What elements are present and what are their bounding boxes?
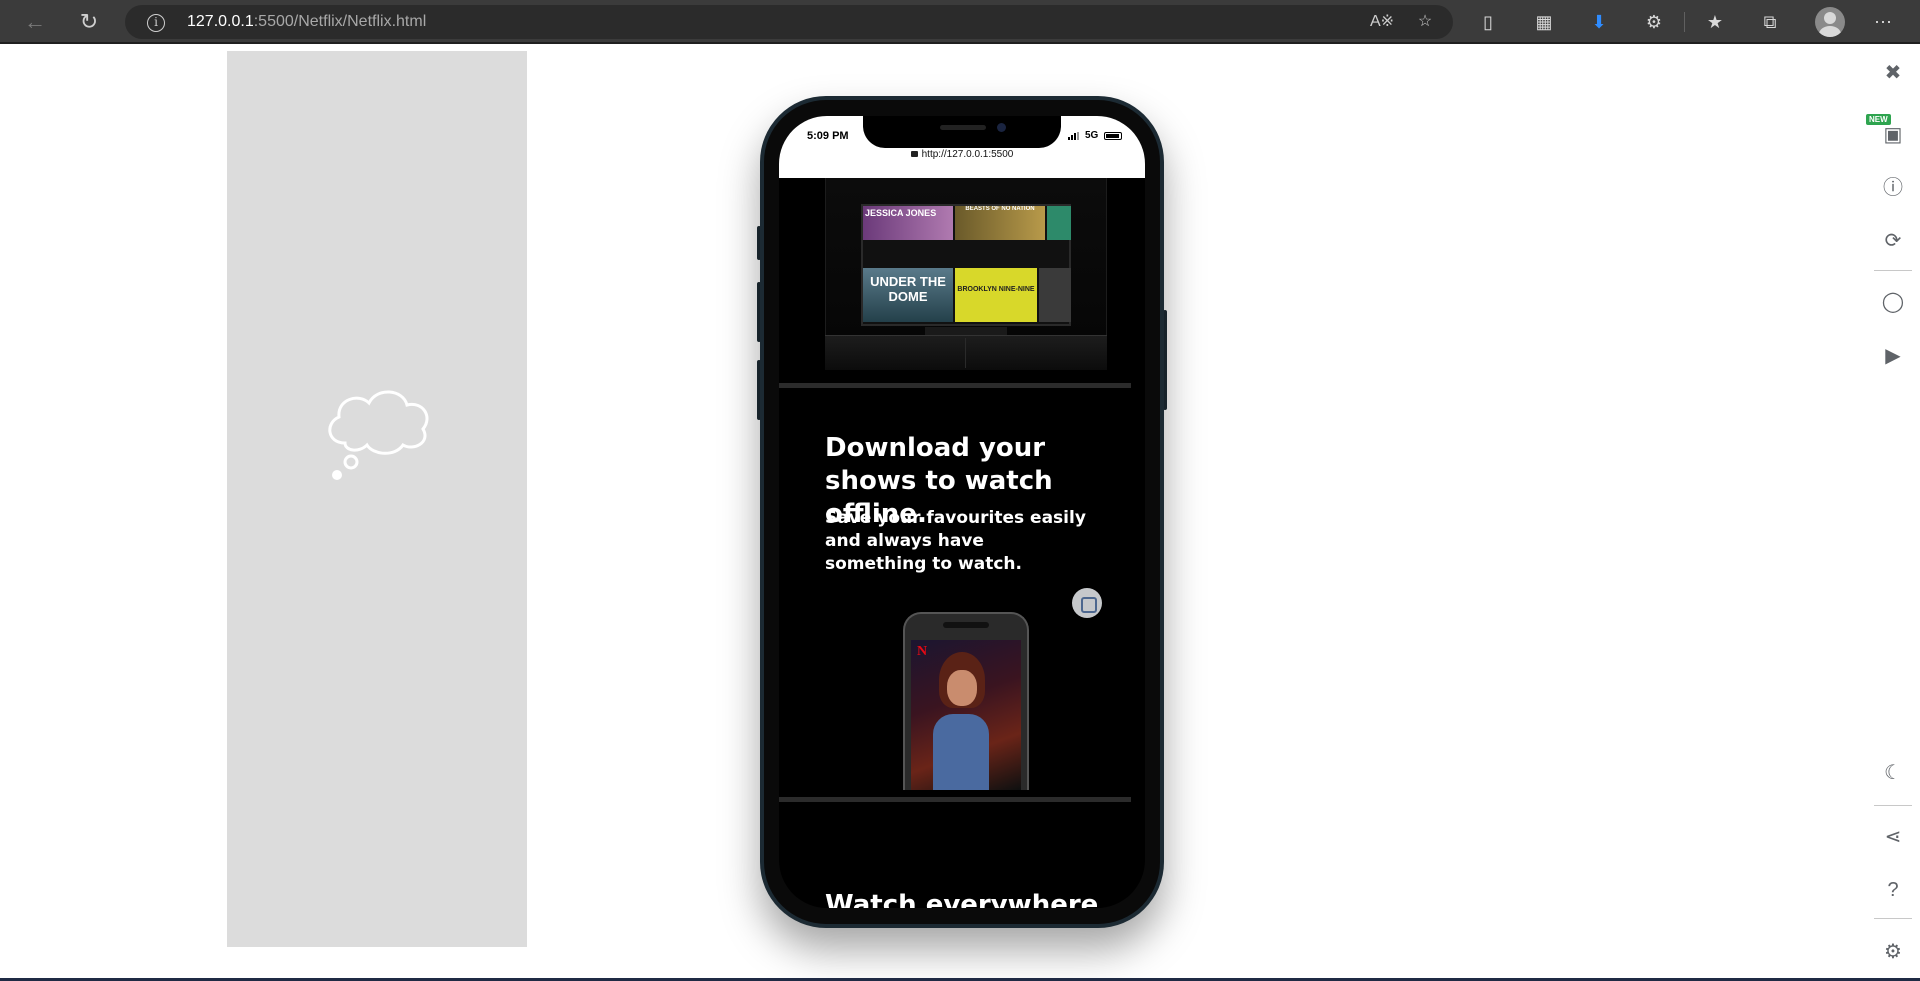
toolbar-divider	[1684, 12, 1685, 32]
share-icon[interactable]: ⋖	[1880, 824, 1906, 850]
tv-tile: BROOKLYN NINE-NINE	[955, 268, 1037, 322]
collections-icon[interactable]: ⧉	[1758, 10, 1782, 34]
tv-screen: JESSICA JONES BEASTS OF NO NATION UNDER …	[861, 204, 1071, 326]
phone-mockup: 5:09 PM 5G http://127.0.0.1:5500 JESSICA…	[760, 96, 1164, 928]
phone-notch	[863, 116, 1061, 148]
tv-tile: UNDER THE DOME	[863, 268, 953, 322]
tv-tile: BEASTS OF NO NATION	[955, 206, 1045, 240]
browser-toolbar: ← ↻ i 127.0.0.1:5500/Netflix/Netflix.htm…	[0, 0, 1920, 44]
sidebar-divider	[1874, 918, 1912, 919]
promo-phone-image: N	[903, 612, 1029, 790]
promo-phone-display: N	[911, 640, 1021, 790]
tv-tile	[1039, 268, 1071, 322]
sidebar-divider	[1874, 805, 1912, 806]
section-divider	[779, 383, 1131, 388]
video-camera-icon[interactable]: ▶	[1880, 343, 1906, 369]
sidebar-divider	[1874, 270, 1912, 271]
favorites-icon[interactable]: ★	[1703, 10, 1727, 34]
status-time: 5:09 PM	[807, 130, 849, 142]
download-icon[interactable]: ⬇	[1587, 10, 1611, 34]
rotate-icon[interactable]: ⟳	[1880, 228, 1906, 254]
thought-bubble-icon	[328, 390, 429, 480]
subline-line: Save your favourites easily and always h…	[825, 508, 1086, 551]
subline-line: something to watch.	[825, 554, 1022, 574]
phone-address-bar[interactable]: http://127.0.0.1:5500	[779, 149, 1145, 160]
lock-icon	[910, 151, 918, 157]
add-favorite-icon[interactable]: ☆	[1414, 11, 1436, 33]
tv-image: JESSICA JONES BEASTS OF NO NATION UNDER …	[825, 178, 1107, 370]
tv-tile	[1047, 206, 1071, 240]
tv-cabinet	[825, 335, 1107, 370]
speaker-grille	[940, 125, 986, 130]
address-bar[interactable]: i 127.0.0.1:5500/Netflix/Netflix.html A⁩…	[125, 5, 1453, 39]
more-menu-icon[interactable]: ⋯	[1871, 10, 1895, 34]
tv-stand-neck	[925, 327, 1007, 335]
refresh-icon[interactable]: ↻	[74, 7, 104, 37]
help-icon[interactable]: ?	[1880, 877, 1906, 903]
phone-screen[interactable]: 5:09 PM 5G http://127.0.0.1:5500 JESSICA…	[779, 116, 1145, 908]
profile-avatar[interactable]	[1815, 7, 1845, 37]
read-aloud-icon[interactable]: A⁩※	[1370, 11, 1394, 33]
battery-icon	[1104, 132, 1122, 140]
visual-search-icon[interactable]	[1072, 588, 1102, 618]
address-url[interactable]: 127.0.0.1:5500/Netflix/Netflix.html	[187, 13, 426, 31]
poster-figure-face	[947, 670, 977, 706]
camera-icon[interactable]: ◯	[1880, 289, 1906, 315]
netflix-logo: N	[917, 644, 928, 659]
phone-address-text: http://127.0.0.1:5500	[921, 149, 1014, 160]
download-subline: Save your favourites easily and always h…	[825, 507, 1125, 576]
tv-tile: JESSICA JONES	[863, 206, 953, 240]
info-icon[interactable]: ⓘ	[1880, 175, 1906, 201]
phone-view-icon[interactable]: ▯	[1476, 10, 1500, 34]
placeholder-panel	[227, 51, 527, 947]
watch-everywhere-headline: Watch everywhere.	[825, 890, 1109, 908]
poster-figure-body	[933, 714, 989, 790]
url-path: :5500/Netflix/Netflix.html	[253, 13, 427, 30]
dark-mode-icon[interactable]: ☾	[1880, 760, 1906, 786]
signal-icon	[1068, 132, 1079, 140]
site-info-icon[interactable]: i	[147, 14, 165, 32]
close-icon[interactable]: ✖	[1880, 60, 1906, 86]
excel-extension-icon[interactable]: ▦	[1532, 10, 1556, 34]
url-host: 127.0.0.1	[187, 13, 254, 30]
back-arrow-icon[interactable]: ←	[20, 7, 50, 37]
settings-gear-icon[interactable]: ⚙	[1880, 939, 1906, 965]
network-type: 5G	[1085, 130, 1099, 141]
section-divider	[779, 797, 1131, 802]
extensions-icon[interactable]: ⚙	[1642, 10, 1666, 34]
device-toggle-icon[interactable]: ▣	[1880, 122, 1906, 148]
promo-phone-notch	[943, 622, 989, 628]
front-camera	[997, 123, 1006, 132]
